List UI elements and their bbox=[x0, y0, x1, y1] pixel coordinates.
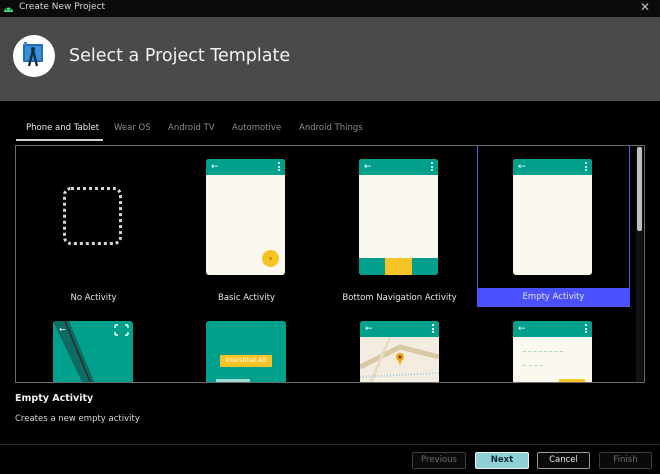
app-bar: ← bbox=[206, 159, 285, 175]
template-gallery: No Activity ← Basic Activity ← Bottom Na… bbox=[15, 145, 645, 383]
bottom-navigation-bar bbox=[359, 258, 438, 275]
empty-placeholder-icon bbox=[63, 187, 122, 245]
window-title: Create New Project bbox=[19, 2, 106, 12]
overflow-menu-icon bbox=[431, 162, 433, 171]
template-label: Empty Activity bbox=[522, 292, 585, 302]
overflow-menu-icon bbox=[432, 324, 434, 333]
scrollbar-thumb[interactable] bbox=[637, 147, 642, 231]
app-bar: ← bbox=[360, 321, 439, 337]
window-title-bar: Create New Project ✕ bbox=[0, 0, 660, 17]
divider bbox=[0, 444, 660, 445]
android-icon bbox=[4, 7, 13, 12]
previous-button[interactable]: Previous bbox=[412, 452, 466, 469]
overflow-menu-icon bbox=[278, 162, 280, 171]
fab-icon bbox=[262, 250, 279, 267]
template-bottom-navigation-activity[interactable]: ← Bottom Navigation Activity bbox=[323, 147, 476, 307]
template-interstitial-ad[interactable]: Interstitial AD bbox=[206, 321, 286, 382]
back-arrow-icon: ← bbox=[365, 324, 373, 334]
tab-wear-os[interactable]: Wear OS bbox=[114, 123, 151, 133]
template-label: Basic Activity bbox=[218, 293, 275, 303]
template-label: No Activity bbox=[70, 293, 117, 303]
back-arrow-icon: ← bbox=[364, 162, 372, 172]
tab-phone-and-tablet[interactable]: Phone and Tablet bbox=[26, 123, 99, 133]
overflow-menu-icon bbox=[585, 162, 587, 171]
map-preview bbox=[360, 337, 439, 382]
svg-text:←: ← bbox=[59, 325, 66, 334]
template-basic-activity[interactable]: ← Basic Activity bbox=[170, 147, 323, 307]
tab-android-things[interactable]: Android Things bbox=[299, 123, 363, 133]
username-field-placeholder bbox=[523, 351, 563, 352]
template-empty-activity[interactable]: ← Empty Activity bbox=[477, 146, 630, 307]
template-description-title: Empty Activity bbox=[15, 393, 94, 404]
back-arrow-icon: ← bbox=[518, 324, 526, 334]
template-label: Bottom Navigation Activity bbox=[342, 293, 457, 303]
back-arrow-icon: ← bbox=[518, 162, 526, 172]
tab-automotive[interactable]: Automotive bbox=[232, 123, 281, 133]
next-button[interactable]: Next bbox=[475, 452, 529, 469]
overflow-menu-icon bbox=[585, 324, 587, 333]
template-no-activity[interactable]: No Activity bbox=[17, 147, 170, 307]
password-field-placeholder bbox=[523, 365, 543, 366]
content-placeholder bbox=[216, 379, 250, 382]
template-login-activity[interactable]: ← bbox=[513, 321, 592, 382]
close-icon[interactable]: ✕ bbox=[640, 0, 650, 15]
cancel-button[interactable]: Cancel bbox=[537, 452, 590, 469]
page-title: Select a Project Template bbox=[69, 46, 291, 66]
active-tab-indicator bbox=[16, 139, 103, 141]
phone-preview: ← bbox=[206, 159, 285, 275]
finish-button[interactable]: Finish bbox=[599, 452, 652, 469]
tab-android-tv[interactable]: Android TV bbox=[168, 123, 215, 133]
login-button-placeholder bbox=[559, 379, 585, 382]
app-bar: ← bbox=[359, 159, 438, 175]
template-description-text: Creates a new empty activity bbox=[15, 414, 140, 424]
phone-preview: ← bbox=[513, 159, 592, 275]
phone-preview: ← bbox=[359, 159, 438, 275]
template-google-maps-activity[interactable]: ← bbox=[360, 321, 439, 382]
back-arrow-icon: ← bbox=[211, 162, 219, 172]
app-bar: ← bbox=[513, 159, 592, 175]
app-bar: ← bbox=[513, 321, 592, 337]
interstitial-ad-label: Interstitial AD bbox=[220, 355, 272, 367]
android-studio-logo-icon bbox=[13, 35, 55, 77]
header-banner: Select a Project Template bbox=[0, 17, 660, 101]
template-fullscreen-activity[interactable]: ← bbox=[53, 321, 133, 382]
